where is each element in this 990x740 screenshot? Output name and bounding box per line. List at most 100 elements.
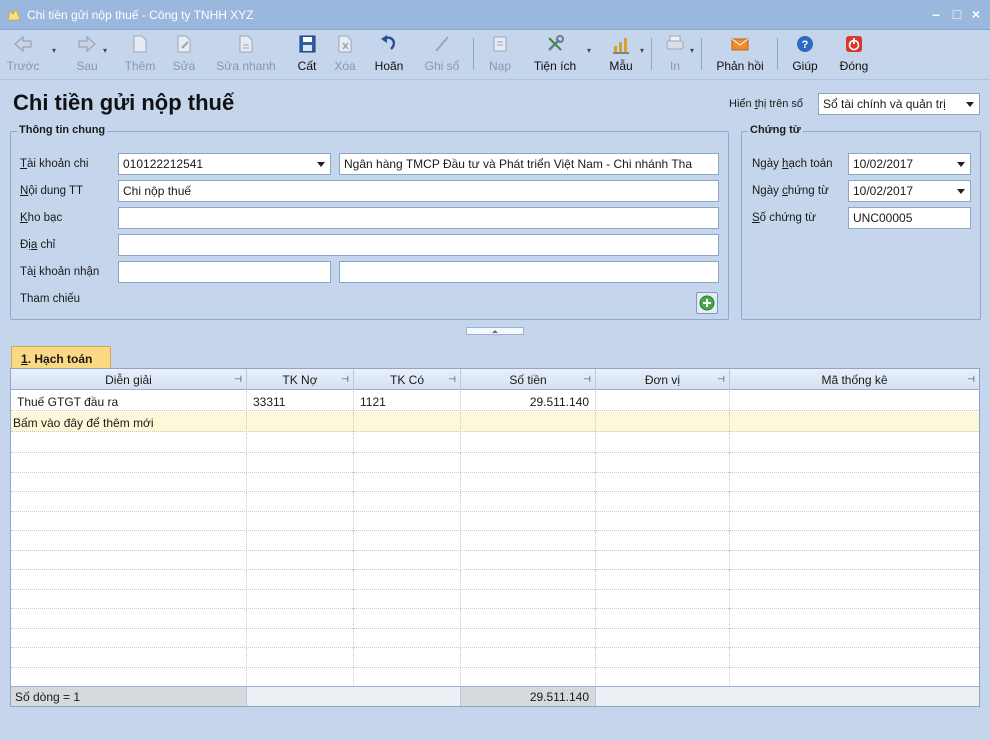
empty-cell[interactable] — [730, 511, 979, 531]
chevron-down-icon[interactable] — [313, 155, 329, 173]
load-button[interactable]: Nạp — [484, 33, 516, 77]
empty-cell[interactable] — [596, 530, 730, 551]
debit-account-cell[interactable]: 33311 — [247, 391, 354, 411]
empty-cell[interactable] — [247, 452, 354, 473]
empty-cell[interactable] — [11, 647, 247, 668]
pin-icon[interactable]: ⊣ — [234, 374, 242, 385]
empty-cell[interactable] — [247, 589, 354, 609]
doc-date-field[interactable]: 10/02/2017 — [848, 180, 971, 202]
empty-cell[interactable] — [596, 550, 730, 570]
account-select[interactable]: 010122212541 — [118, 153, 331, 175]
add-reference-button[interactable] — [696, 292, 718, 314]
empty-cell[interactable] — [461, 433, 596, 453]
template-button[interactable]: Mẫu — [604, 33, 638, 77]
empty-cell[interactable] — [461, 452, 596, 473]
empty-cell[interactable] — [11, 550, 247, 570]
empty-cell[interactable] — [461, 608, 596, 629]
empty-row[interactable] — [11, 452, 979, 473]
empty-cell[interactable] — [461, 667, 596, 687]
receiving-account-field[interactable] — [118, 261, 331, 283]
empty-cell[interactable] — [354, 569, 461, 590]
empty-row[interactable] — [11, 491, 979, 512]
print-button[interactable]: In — [660, 33, 690, 77]
empty-cell[interactable] — [247, 511, 354, 531]
empty-cell[interactable] — [354, 530, 461, 551]
empty-cell[interactable] — [354, 667, 461, 687]
empty-cell[interactable] — [11, 472, 247, 492]
empty-cell[interactable] — [461, 491, 596, 512]
empty-cell[interactable] — [461, 569, 596, 590]
empty-cell[interactable] — [461, 530, 596, 551]
tab-accounting[interactable]: 1. Hạch toán — [11, 346, 111, 369]
empty-row[interactable] — [11, 511, 979, 531]
empty-cell[interactable] — [596, 647, 730, 668]
new-row-hint[interactable]: Bấm vào đây để thêm mới — [11, 412, 247, 432]
description-cell[interactable]: Thuế GTGT đầu ra — [11, 391, 247, 411]
empty-cell[interactable] — [247, 491, 354, 512]
feedback-button[interactable]: Phản hồi — [710, 33, 770, 77]
empty-cell[interactable] — [461, 628, 596, 648]
empty-cell[interactable] — [730, 667, 979, 687]
empty-cell[interactable] — [11, 628, 247, 648]
empty-cell[interactable] — [354, 550, 461, 570]
empty-cell[interactable] — [596, 472, 730, 492]
empty-cell[interactable] — [461, 647, 596, 668]
close-button[interactable]: Đóng — [834, 33, 874, 77]
empty-row[interactable] — [11, 608, 979, 629]
empty-cell[interactable] — [596, 452, 730, 473]
empty-cell[interactable] — [247, 628, 354, 648]
chevron-down-icon[interactable] — [962, 95, 978, 113]
pin-icon[interactable]: ⊣ — [717, 374, 725, 385]
empty-cell[interactable] — [461, 550, 596, 570]
empty-cell[interactable] — [730, 589, 979, 609]
empty-cell[interactable] — [596, 511, 730, 531]
chevron-down-icon[interactable] — [953, 182, 969, 200]
post-date-field[interactable]: 10/02/2017 — [848, 153, 971, 175]
empty-cell[interactable] — [730, 531, 979, 551]
empty-row[interactable] — [11, 550, 979, 570]
empty-cell[interactable] — [11, 589, 247, 609]
content-field[interactable]: Chi nộp thuế — [118, 180, 719, 202]
undo-button[interactable]: Hoãn — [370, 33, 408, 77]
empty-cell[interactable] — [354, 472, 461, 492]
empty-cell[interactable] — [730, 628, 979, 648]
empty-cell[interactable] — [354, 628, 461, 648]
empty-row[interactable] — [11, 667, 979, 687]
empty-cell[interactable] — [247, 647, 354, 668]
pin-icon[interactable]: ⊣ — [967, 374, 975, 385]
treasury-field[interactable] — [118, 207, 719, 229]
empty-row[interactable] — [11, 647, 979, 668]
add-button[interactable]: Thêm — [120, 33, 160, 77]
empty-cell[interactable] — [730, 570, 979, 590]
pin-icon[interactable]: ⊣ — [583, 374, 591, 385]
chevron-down-icon[interactable] — [953, 155, 969, 173]
pin-icon[interactable]: ⊣ — [448, 374, 456, 385]
empty-cell[interactable] — [354, 412, 461, 432]
empty-cell[interactable] — [11, 491, 247, 512]
column-header[interactable]: Số tiền ⊣ — [461, 369, 596, 390]
help-button[interactable]: ? Giúp — [787, 33, 823, 77]
amount-cell[interactable]: 29.511.140 — [461, 391, 596, 411]
template-dropdown-icon[interactable]: ▾ — [640, 46, 644, 55]
receiving-bank-field[interactable] — [339, 261, 719, 283]
empty-cell[interactable] — [596, 569, 730, 590]
forward-dropdown-icon[interactable]: ▾ — [103, 46, 107, 55]
edit-button[interactable]: Sửa — [168, 33, 200, 77]
empty-cell[interactable] — [247, 472, 354, 492]
doc-number-field[interactable]: UNC00005 — [848, 207, 971, 229]
empty-cell[interactable] — [11, 569, 247, 590]
empty-cell[interactable] — [596, 589, 730, 609]
empty-row[interactable] — [11, 589, 979, 609]
column-header[interactable]: TK Nợ ⊣ — [247, 369, 354, 390]
save-button[interactable]: Cất — [294, 33, 320, 77]
empty-cell[interactable] — [596, 433, 730, 453]
empty-cell[interactable] — [11, 452, 247, 473]
column-header[interactable]: Đơn vị ⊣ — [596, 369, 730, 390]
empty-cell[interactable] — [11, 608, 247, 629]
stat-code-cell[interactable] — [730, 391, 979, 411]
empty-cell[interactable] — [730, 472, 979, 492]
empty-cell[interactable] — [596, 628, 730, 648]
empty-cell[interactable] — [596, 667, 730, 687]
empty-cell[interactable] — [247, 550, 354, 570]
utilities-dropdown-icon[interactable]: ▾ — [587, 46, 591, 55]
